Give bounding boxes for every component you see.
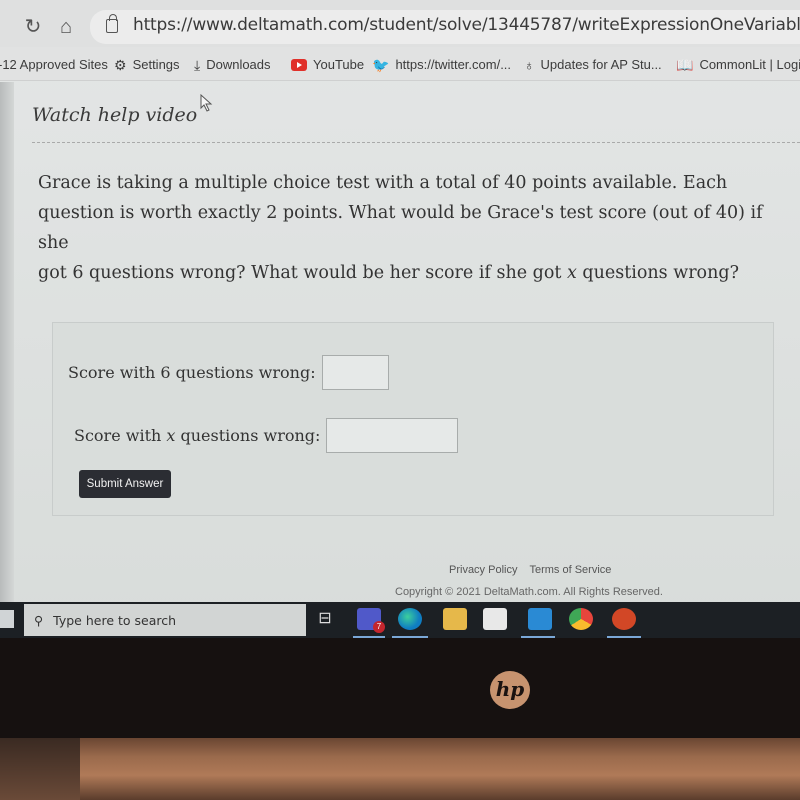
- screen: ↻ ⌂ https://www.deltamath.com/student/so…: [0, 0, 800, 638]
- divider: [32, 142, 800, 143]
- mouse-cursor-icon: [200, 94, 213, 112]
- browser-toolbar: ↻ ⌂ https://www.deltamath.com/student/so…: [0, 0, 800, 47]
- problem-text-part: got 6 questions wrong? What would be her…: [38, 263, 567, 283]
- terms-of-service-link[interactable]: Terms of Service: [529, 564, 611, 576]
- bookmark-label: -12 Approved Sites: [0, 57, 108, 72]
- answer-label-2: Score with x questions wrong:: [74, 426, 320, 445]
- windows-start-icon[interactable]: [0, 610, 14, 628]
- score-6-wrong-input[interactable]: [321, 355, 389, 390]
- bookmark-label: Updates for AP Stu...: [540, 57, 662, 72]
- answer-label-part: Score with: [74, 426, 167, 445]
- youtube-icon: [291, 58, 307, 71]
- bookmark-settings[interactable]: ⚙ Settings: [114, 57, 180, 72]
- taskbar-search[interactable]: ⚲ Type here to search: [24, 604, 306, 636]
- powerpoint-icon[interactable]: [612, 608, 636, 630]
- taskbar: ⚲ Type here to search ⊟ 7: [0, 602, 800, 638]
- submit-answer-button[interactable]: Submit Answer: [79, 470, 171, 498]
- problem-line-1: Grace is taking a multiple choice test w…: [38, 173, 728, 193]
- bookmark-label: YouTube: [313, 57, 365, 72]
- bookmark-approved-sites[interactable]: -12 Approved Sites: [0, 57, 108, 72]
- variable-x: x: [566, 263, 577, 283]
- laptop-base: [0, 738, 800, 800]
- hp-logo: hp: [490, 671, 530, 709]
- footer-links: Privacy Policy Terms of Service: [449, 564, 611, 576]
- teams-icon[interactable]: 7: [357, 608, 385, 633]
- search-icon: ⚲: [34, 612, 44, 628]
- score-x-wrong-input[interactable]: [326, 418, 459, 453]
- file-explorer-icon[interactable]: [443, 608, 467, 630]
- mail-icon[interactable]: [528, 608, 552, 630]
- lock-icon[interactable]: [106, 14, 118, 33]
- edge-icon[interactable]: [398, 608, 422, 630]
- problem-page: Watch help video Grace is taking a multi…: [0, 82, 800, 602]
- search-placeholder: Type here to search: [53, 612, 177, 628]
- microsoft-store-icon[interactable]: [483, 608, 507, 630]
- laptop-base-shadow: [0, 738, 80, 800]
- bookmark-ap-updates[interactable]: ♁ Updates for AP Stu...: [524, 57, 662, 72]
- teams-badge: 7: [373, 621, 385, 633]
- answer-row-2: Score with x questions wrong:: [74, 418, 459, 453]
- copyright-text: Copyright © 2021 DeltaMath.com. All Righ…: [395, 586, 663, 598]
- twitter-icon: 🐦: [372, 56, 390, 73]
- bookmark-youtube[interactable]: YouTube: [291, 57, 364, 72]
- bookmark-twitter[interactable]: 🐦 https://twitter.com/...: [372, 57, 511, 72]
- laptop-bezel: [0, 638, 800, 738]
- bookmark-downloads[interactable]: ⤓ Downloads: [194, 57, 271, 72]
- answer-panel: Score with 6 questions wrong: Score with…: [52, 322, 774, 516]
- bookmarks-bar: -12 Approved Sites ⚙ Settings ⤓ Download…: [0, 47, 800, 81]
- privacy-policy-link[interactable]: Privacy Policy: [449, 564, 517, 576]
- url-text[interactable]: https://www.deltamath.com/student/solve/…: [133, 15, 800, 35]
- gear-icon: ⚙: [114, 56, 127, 73]
- bookmark-label: Settings: [132, 57, 180, 72]
- answer-label-part: questions wrong:: [175, 426, 321, 445]
- problem-line-3: got 6 questions wrong? What would be her…: [38, 258, 790, 288]
- bookmark-label: CommonLit | Login: [699, 57, 800, 72]
- watch-help-video-link[interactable]: Watch help video: [32, 104, 197, 126]
- book-icon: 📖: [676, 56, 694, 73]
- address-bar[interactable]: https://www.deltamath.com/student/solve/…: [90, 10, 800, 44]
- acorn-icon: ♁: [524, 56, 535, 73]
- home-icon[interactable]: ⌂: [55, 16, 77, 38]
- problem-text: Grace is taking a multiple choice test w…: [38, 168, 790, 288]
- download-icon: ⤓: [194, 56, 201, 73]
- bookmark-label: Downloads: [206, 57, 271, 72]
- problem-line-2: question is worth exactly 2 points. What…: [38, 203, 763, 253]
- refresh-icon[interactable]: ↻: [22, 16, 44, 38]
- chrome-icon[interactable]: [569, 608, 593, 630]
- bookmark-commonlit[interactable]: 📖 CommonLit | Login: [676, 57, 800, 72]
- problem-text-part: questions wrong?: [576, 263, 739, 283]
- answer-row-1: Score with 6 questions wrong:: [68, 355, 389, 390]
- answer-label-1: Score with 6 questions wrong:: [68, 363, 316, 382]
- task-view-icon[interactable]: ⊟: [313, 608, 337, 630]
- bookmark-label: https://twitter.com/...: [395, 57, 512, 72]
